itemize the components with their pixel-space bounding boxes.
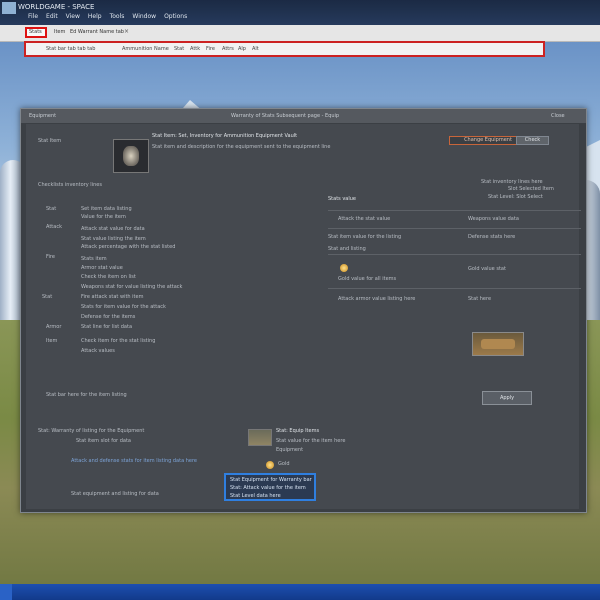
list-item: Attack percentage with the stat listed bbox=[81, 244, 176, 250]
left-label: Armor bbox=[46, 324, 62, 330]
dialog-header-left: Equipment bbox=[29, 113, 57, 119]
highlight-box[interactable]: Stat Equipment for Warranty bar Stat: At… bbox=[224, 473, 316, 501]
highlight-line-3: Stat Level data here bbox=[230, 493, 281, 499]
bottom-left-sub: Stat item slot for data bbox=[76, 438, 131, 444]
section-title: Checklists inventory lines bbox=[38, 182, 102, 188]
gold-coin-icon bbox=[340, 264, 348, 272]
panel-row-left: Stats value bbox=[328, 196, 357, 202]
stats-panel: Stats value Attack the stat value Weapon… bbox=[328, 196, 581, 434]
highlight-line-1: Stat Equipment for Warranty bar bbox=[230, 477, 312, 483]
menu-item[interactable]: Options bbox=[164, 13, 187, 20]
character-avatar bbox=[113, 139, 149, 173]
toolbar-item[interactable]: Stat bbox=[174, 46, 184, 52]
menu-item[interactable]: File bbox=[28, 13, 38, 20]
toolbar-item[interactable]: Attk bbox=[190, 46, 200, 52]
dialog-header-title: Warranty of Stats Subsequent page - Equi… bbox=[231, 113, 340, 119]
window-title: WORLDGAME - SPACE bbox=[18, 3, 95, 11]
divider bbox=[328, 210, 581, 211]
divider bbox=[328, 288, 581, 289]
menu-item[interactable]: Window bbox=[132, 13, 156, 20]
dialog-close[interactable]: Close bbox=[551, 113, 565, 119]
list-item: Set item data listing bbox=[81, 206, 132, 212]
close-icon[interactable]: × bbox=[124, 28, 129, 35]
right-info-1: Stat inventory lines here bbox=[481, 179, 543, 185]
taskbar bbox=[0, 584, 600, 600]
left-label: Stat bbox=[46, 206, 57, 212]
url-text: Stat bar tab tab tab bbox=[46, 46, 96, 52]
list-item: Value for the item bbox=[81, 214, 126, 220]
right-info-3: Stat Level: Slot Select bbox=[488, 194, 543, 200]
list-item: Check item for the stat listing bbox=[81, 338, 156, 344]
list-item: Attack stat value for data bbox=[81, 226, 145, 232]
tab-item[interactable]: Item bbox=[54, 29, 65, 35]
list-item: Fire attack stat with item bbox=[81, 294, 144, 300]
coin-label: Gold bbox=[278, 461, 290, 467]
left-label: Stat bbox=[42, 294, 53, 300]
title-bar: WORLDGAME - SPACE File Edit View Help To… bbox=[0, 0, 600, 25]
dialog-body: Stat Item Stat Item: Set, Inventory for … bbox=[26, 124, 581, 509]
left-label: Item bbox=[46, 338, 58, 344]
panel-row-left: Attack the stat value bbox=[338, 216, 391, 222]
bottom-item-desc: Stat value for the item here bbox=[276, 438, 346, 444]
list-item: Armor stat value bbox=[81, 265, 123, 271]
char-desc: Stat item and description for the equipm… bbox=[152, 144, 331, 150]
app-logo-icon bbox=[2, 2, 16, 14]
toolbar-item[interactable]: Ammunition Name bbox=[122, 46, 169, 52]
tab-strip: Stats Item Ed Warrant Name tab × bbox=[0, 25, 600, 42]
menu-item[interactable]: Edit bbox=[46, 13, 58, 20]
right-info-2: Slot Selected Item bbox=[508, 186, 554, 192]
item-thumbnail[interactable] bbox=[472, 332, 524, 356]
panel-row-left: Attack armor value listing here bbox=[338, 296, 416, 302]
item-mini-thumbnail[interactable] bbox=[248, 429, 272, 446]
gold-coin-icon bbox=[266, 461, 274, 469]
menu-item[interactable]: Tools bbox=[110, 13, 125, 20]
list-item: Defense for the items bbox=[81, 314, 136, 320]
char-label: Stat Item bbox=[38, 138, 62, 144]
address-bar[interactable]: Stat bar tab tab tab Ammunition Name Sta… bbox=[24, 41, 545, 57]
panel-row-left: Stat and listing bbox=[328, 246, 366, 252]
panel-row-left: Gold value for all items bbox=[338, 276, 397, 282]
list-item: Stat value listing the item bbox=[81, 236, 146, 242]
list-item: Attack values bbox=[81, 348, 115, 354]
list-item: Check the item on list bbox=[81, 274, 136, 280]
bottom-link[interactable]: Attack and defense stats for item listin… bbox=[71, 458, 197, 464]
list-item: Stat line for list data bbox=[81, 324, 133, 330]
list-item: Stats for item value for the attack bbox=[81, 304, 166, 310]
divider bbox=[328, 254, 581, 255]
menu-bar: File Edit View Help Tools Window Options bbox=[28, 13, 187, 20]
divider bbox=[328, 228, 581, 229]
menu-item[interactable]: Help bbox=[88, 13, 102, 20]
left-label: Attack bbox=[46, 224, 62, 230]
highlight-line-2: Stat: Attack value for the item bbox=[230, 485, 306, 491]
equipment-dialog: Equipment Warranty of Stats Subsequent p… bbox=[20, 108, 587, 513]
toolbar-item[interactable]: Fire bbox=[206, 46, 215, 52]
panel-row-right: Defense stats here bbox=[468, 234, 516, 240]
panel-row-left: Stat item value for the listing bbox=[328, 234, 402, 240]
toolbar-item[interactable]: Alt bbox=[252, 46, 259, 52]
helmet-icon bbox=[123, 146, 139, 166]
panel-row-right: Stat here bbox=[468, 296, 492, 302]
menu-item[interactable]: View bbox=[66, 13, 80, 20]
footer-link[interactable]: Stat equipment and listing for data bbox=[71, 491, 159, 497]
panel-row-right: Gold value stat bbox=[468, 266, 506, 272]
apply-button[interactable]: Apply bbox=[482, 391, 532, 405]
panel-row-right: Weapons value data bbox=[468, 216, 519, 222]
tab-warrant[interactable]: Ed Warrant Name tab bbox=[70, 29, 124, 35]
dialog-header: Equipment Warranty of Stats Subsequent p… bbox=[21, 109, 586, 123]
creature-image bbox=[481, 339, 515, 349]
footer-note: Stat bar here for the item listing bbox=[46, 392, 127, 398]
list-item: Weapons stat for value listing the attac… bbox=[81, 284, 183, 290]
check-button[interactable]: Check bbox=[516, 136, 549, 145]
bottom-item-sub: Equipment bbox=[276, 447, 304, 453]
toolbar-item[interactable]: Attrs bbox=[222, 46, 234, 52]
tab-stats[interactable]: Stats bbox=[25, 27, 47, 38]
bottom-item-title: Stat: Equip Items bbox=[276, 428, 320, 434]
char-name: Stat Item: Set, Inventory for Ammunition… bbox=[152, 133, 298, 139]
list-item: Stats item bbox=[81, 256, 107, 262]
left-label: Fire bbox=[46, 254, 55, 260]
bottom-left-title: Stat: Warranty of listing for the Equipm… bbox=[38, 428, 145, 434]
start-button[interactable] bbox=[0, 584, 12, 600]
toolbar-item[interactable]: Alp bbox=[238, 46, 246, 52]
